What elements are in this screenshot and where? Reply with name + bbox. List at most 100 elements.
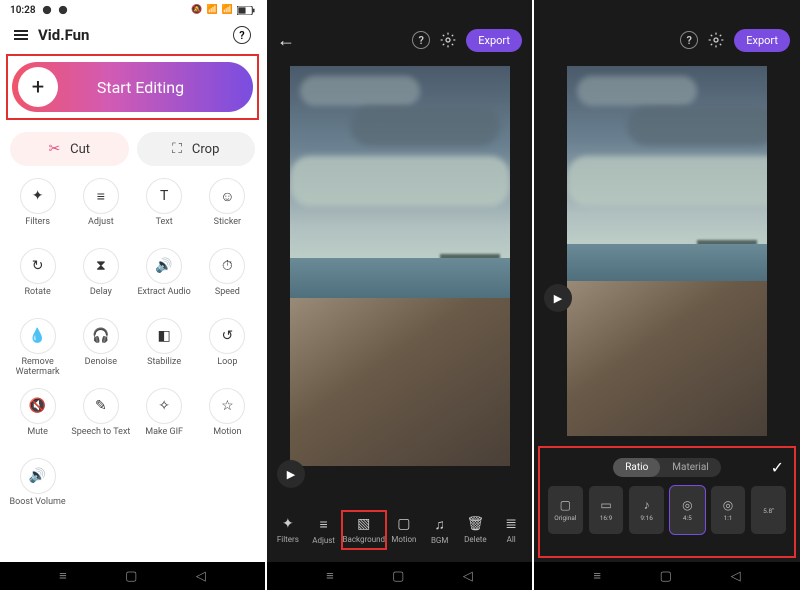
tool-extract-audio[interactable]: 🔊Extract Audio <box>135 248 194 308</box>
system-navbar: ≡ ▢ ◁ <box>0 562 265 590</box>
status-bar: 10:28 🔕 📶 📶 <box>0 0 265 20</box>
ratio-options: ▢Original ▭16:9 ♪9:16 ◎4:5 ◎1:1 5.8" <box>546 486 788 534</box>
ratio-5-8[interactable]: 5.8" <box>751 486 786 534</box>
cut-button[interactable]: ✂ Cut <box>10 132 129 166</box>
tool-adjust[interactable]: ≡Adjust <box>71 178 130 238</box>
editor-toolbar: ✦Filters ≡Adjust ▧Background ▢Motion ♫BG… <box>267 498 532 562</box>
ratio-4-5[interactable]: ◎4:5 <box>670 486 705 534</box>
tool-filters[interactable]: ✦Filters <box>8 178 67 238</box>
gear-icon[interactable] <box>440 32 456 48</box>
sliders-icon: ≡ <box>320 516 328 533</box>
tool-denoise[interactable]: 🎧Denoise <box>71 318 130 378</box>
chat-icon <box>42 5 52 15</box>
ratio-16-9[interactable]: ▭16:9 <box>589 486 624 534</box>
play-button[interactable]: ▶ <box>277 460 305 488</box>
highlight-box-start: + Start Editing <box>6 54 259 120</box>
recent-apps-button[interactable]: ≡ <box>593 568 601 584</box>
help-icon[interactable]: ? <box>412 31 430 49</box>
app-title: Vid.Fun <box>38 26 89 44</box>
home-button[interactable]: ▢ <box>660 569 672 584</box>
instagram-icon: ◎ <box>682 498 692 512</box>
ratio-9-16[interactable]: ♪9:16 <box>629 486 664 534</box>
home-button[interactable]: ▢ <box>392 569 404 584</box>
tool-motion[interactable]: ☆Motion <box>198 388 257 448</box>
smile-icon: ☺ <box>209 178 245 214</box>
start-editing-label: Start Editing <box>68 78 253 97</box>
export-button[interactable]: Export <box>466 29 522 52</box>
volume-up-icon: 🔊 <box>20 458 56 494</box>
instagram-icon: ◎ <box>723 498 733 512</box>
help-icon[interactable]: ? <box>680 31 698 49</box>
speed-icon: ⏱ <box>209 248 245 284</box>
tool-loop[interactable]: ↺Loop <box>198 318 257 378</box>
silent-icon: 🔕 <box>191 5 202 15</box>
wifi-icon: 📶 <box>207 5 218 15</box>
toolbar-all[interactable]: ≣All <box>494 512 528 548</box>
play-button[interactable]: ▶ <box>544 284 572 312</box>
crop-button[interactable]: ⛶ Crop <box>137 132 256 166</box>
ratio-panel-area: Ratio Material ✓ ▢Original ▭16:9 ♪9:16 ◎… <box>534 442 800 562</box>
system-navbar: ≡ ▢ ◁ <box>534 562 800 590</box>
status-time: 10:28 <box>10 5 36 16</box>
toolbar-filters[interactable]: ✦Filters <box>271 512 305 548</box>
status-bar <box>534 0 800 20</box>
sliders-icon: ≡ <box>83 178 119 214</box>
toolbar-delete[interactable]: 🗑Delete <box>459 512 493 548</box>
speech-icon: ✎ <box>83 388 119 424</box>
tool-sticker[interactable]: ☺Sticker <box>198 178 257 238</box>
tool-remove-watermark[interactable]: 💧Remove Watermark <box>8 318 67 378</box>
toolbar-motion[interactable]: ▢Motion <box>387 512 421 548</box>
sparkle-icon: ✦ <box>282 516 294 532</box>
start-editing-button[interactable]: + Start Editing <box>12 62 253 112</box>
tool-speech-to-text[interactable]: ✎Speech to Text <box>71 388 130 448</box>
scissors-icon: ✂ <box>48 141 60 157</box>
recent-apps-button[interactable]: ≡ <box>59 568 67 584</box>
tab-ratio[interactable]: Ratio <box>613 458 660 477</box>
tab-material[interactable]: Material <box>660 458 720 477</box>
ratio-original[interactable]: ▢Original <box>548 486 583 534</box>
gear-icon[interactable] <box>708 32 724 48</box>
plus-icon: + <box>18 67 58 107</box>
toolbar-adjust[interactable]: ≡Adjust <box>307 512 341 549</box>
background-icon: ▧ <box>357 516 370 532</box>
toolbar-background[interactable]: ▧Background <box>343 512 386 548</box>
video-preview[interactable] <box>567 66 767 436</box>
confirm-check-button[interactable]: ✓ <box>771 458 784 477</box>
mute-icon: 🔇 <box>20 388 56 424</box>
back-button[interactable]: ◁ <box>196 569 206 584</box>
back-button[interactable]: ◁ <box>731 569 741 584</box>
tool-stabilize[interactable]: ◧Stabilize <box>135 318 194 378</box>
toolbar-bgm[interactable]: ♫BGM <box>423 512 457 549</box>
home-button[interactable]: ▢ <box>125 569 137 584</box>
tool-text[interactable]: TText <box>135 178 194 238</box>
tool-mute[interactable]: 🔇Mute <box>8 388 67 448</box>
text-icon: T <box>146 178 182 214</box>
music-icon: ♫ <box>434 516 445 533</box>
back-button[interactable]: ◁ <box>463 569 473 584</box>
gif-icon: ✧ <box>146 388 182 424</box>
tool-boost-volume[interactable]: 🔊Boost Volume <box>8 458 67 518</box>
tool-delay[interactable]: ⧗Delay <box>71 248 130 308</box>
back-arrow-button[interactable]: ← <box>277 30 295 51</box>
menu-icon[interactable] <box>14 30 28 40</box>
tool-speed[interactable]: ⏱Speed <box>198 248 257 308</box>
export-button[interactable]: Export <box>734 29 790 52</box>
delete-icon: 🗑 <box>467 516 485 532</box>
audio-out-icon: 🔊 <box>146 248 182 284</box>
help-icon[interactable]: ? <box>233 26 251 44</box>
list-icon: ≣ <box>505 516 517 532</box>
video-preview[interactable] <box>290 66 510 466</box>
panel-home: 10:28 🔕 📶 📶 Vid.Fun ? + Start Editing <box>0 0 265 590</box>
signal-icon: 📶 <box>222 5 233 15</box>
tool-rotate[interactable]: ↻Rotate <box>8 248 67 308</box>
motion-icon: ▢ <box>397 516 410 532</box>
panel-editor-background: ← ? Export ▶ ✦Filters ≡Adjust ▧Backgroun… <box>267 0 532 590</box>
headphones-icon: 🎧 <box>83 318 119 354</box>
crop-icon: ⛶ <box>172 141 182 157</box>
video-preview-area: ▶ <box>267 60 532 498</box>
recent-apps-button[interactable]: ≡ <box>326 568 334 584</box>
youtube-icon: ▭ <box>600 498 611 512</box>
panel-editor-ratio: ← ? Export ▶ Ratio Material ✓ <box>534 0 800 590</box>
ratio-1-1[interactable]: ◎1:1 <box>711 486 746 534</box>
tool-make-gif[interactable]: ✧Make GIF <box>135 388 194 448</box>
